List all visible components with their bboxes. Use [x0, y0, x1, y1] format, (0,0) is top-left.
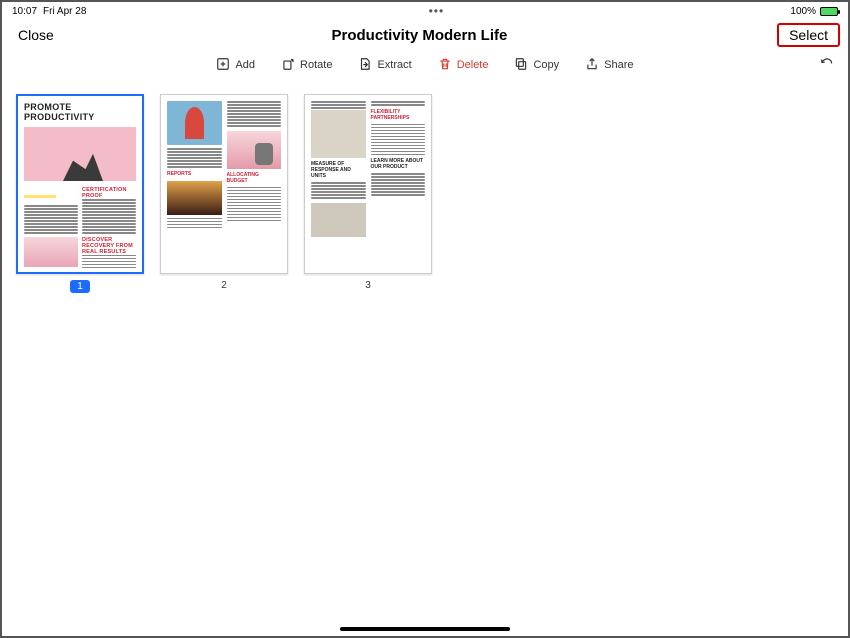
page-preview: MEASURE OF RESPONSE AND UNITS FLEXIBILIT… — [304, 94, 432, 274]
trash-icon — [438, 57, 452, 74]
page3-image-top — [311, 110, 366, 158]
status-time: 10:07 — [12, 6, 37, 17]
add-icon — [216, 57, 230, 74]
thumbnail-grid: PROMOTE PRODUCTIVITY CERTIFICATION PROOF… — [2, 80, 848, 293]
extract-button[interactable]: Extract — [358, 57, 411, 74]
page-thumbnail-1[interactable]: PROMOTE PRODUCTIVITY CERTIFICATION PROOF… — [16, 94, 144, 293]
page2-image-top — [167, 101, 222, 145]
undo-button[interactable] — [820, 57, 834, 74]
page1-section-b: DISCOVER RECOVERY FROM REAL RESULTS — [82, 237, 136, 255]
multitask-dots[interactable]: ••• — [86, 4, 786, 18]
page-thumbnail-3[interactable]: MEASURE OF RESPONSE AND UNITS FLEXIBILIT… — [304, 94, 432, 291]
page2-image-bottom — [167, 181, 222, 215]
select-button[interactable]: Select — [777, 23, 840, 47]
page2-section-a: REPORTS — [167, 171, 222, 177]
copy-button[interactable]: Copy — [514, 57, 559, 74]
copy-label: Copy — [533, 59, 559, 71]
share-label: Share — [604, 59, 633, 71]
status-bar: 10:07 Fri Apr 28 ••• 100% — [2, 2, 848, 20]
document-title: Productivity Modern Life — [62, 27, 777, 44]
page3-section-c: LEARN MORE ABOUT OUR PRODUCT — [371, 158, 426, 170]
add-button[interactable]: Add — [216, 57, 255, 74]
extract-label: Extract — [377, 59, 411, 71]
page-preview: PROMOTE PRODUCTIVITY CERTIFICATION PROOF… — [16, 94, 144, 274]
status-date: Fri Apr 28 — [43, 6, 86, 17]
page-preview: REPORTS ALLOCATING BUDGET — [160, 94, 288, 274]
page-number: 2 — [221, 280, 227, 291]
page3-section-a: FLEXIBILITY PARTNERSHIPS — [371, 109, 426, 121]
battery-icon — [820, 7, 838, 16]
rotate-button[interactable]: Rotate — [281, 57, 332, 74]
copy-icon — [514, 57, 528, 74]
share-icon — [585, 57, 599, 74]
page1-section-a: CERTIFICATION PROOF — [82, 187, 136, 199]
page3-section-b: MEASURE OF RESPONSE AND UNITS — [311, 161, 366, 179]
page2-image-mid — [227, 131, 282, 169]
page1-small-image — [24, 237, 78, 267]
delete-label: Delete — [457, 59, 489, 71]
page-number: 1 — [70, 280, 90, 293]
close-button[interactable]: Close — [10, 23, 62, 47]
highlight — [24, 195, 56, 198]
extract-icon — [358, 57, 372, 74]
battery-pct: 100% — [790, 6, 816, 17]
nav-header: Close Productivity Modern Life Select — [2, 20, 848, 50]
page-toolbar: Add Rotate Extract Delete Copy Share — [2, 50, 848, 80]
rotate-label: Rotate — [300, 59, 332, 71]
undo-icon — [820, 62, 834, 74]
share-button[interactable]: Share — [585, 57, 633, 74]
page1-headline: PROMOTE PRODUCTIVITY — [18, 96, 142, 125]
page1-hero-image — [24, 127, 136, 181]
delete-button[interactable]: Delete — [438, 57, 489, 74]
page-thumbnail-2[interactable]: REPORTS ALLOCATING BUDGET 2 — [160, 94, 288, 291]
page2-section-b: ALLOCATING BUDGET — [227, 172, 282, 184]
rotate-icon — [281, 57, 295, 74]
page-number: 3 — [365, 280, 371, 291]
page3-image-bottom — [311, 203, 366, 237]
add-label: Add — [235, 59, 255, 71]
home-indicator[interactable] — [340, 627, 510, 631]
